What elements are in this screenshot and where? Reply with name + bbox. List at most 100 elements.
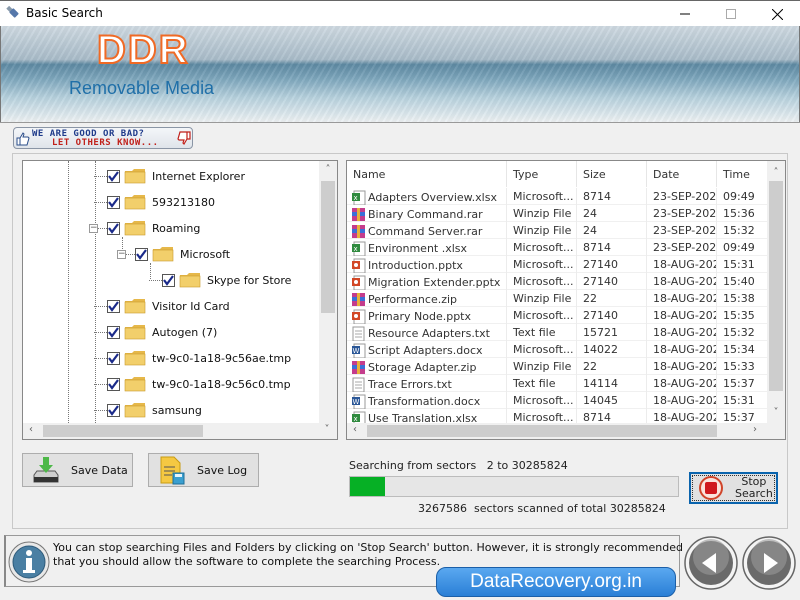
file-date: 18-AUG-2023 — [647, 341, 717, 358]
file-row[interactable]: Migration Extender.pptx Microsoft... 27140… — [347, 273, 767, 290]
collapse-toggle[interactable]: − — [89, 224, 98, 233]
file-row[interactable]: Binary Command.rar Winzip File 24 23-SEP-20… — [347, 205, 767, 222]
sectors-scanned-text: 3267586 sectors scanned of total 3028582… — [418, 502, 666, 515]
progress-fill — [350, 477, 386, 496]
file-name: Performance.zip — [368, 293, 458, 306]
stop-search-button[interactable]: Stop Search — [689, 472, 778, 504]
file-row[interactable]: Introduction.pptx Microsoft... 27140 18-AUG… — [347, 256, 767, 273]
tree-item-label: 593213180 — [152, 195, 215, 209]
scroll-down-arrow[interactable]: ˅ — [321, 424, 333, 435]
file-row[interactable]: Command Server.rar Winzip File 24 23-SEP-20… — [347, 222, 767, 239]
file-date: 18-AUG-2023 — [647, 256, 717, 273]
scroll-left-arrow[interactable]: ‹ — [25, 424, 37, 435]
column-header-date[interactable]: Date — [647, 161, 717, 187]
file-row[interactable]: Primary Node.pptx Microsoft... 27140 18-AUG… — [347, 307, 767, 324]
feedback-button[interactable]: WE ARE GOOD OR BAD? LET OTHERS KNOW... — [13, 127, 193, 149]
scroll-up-arrow[interactable]: ˄ — [319, 164, 337, 175]
tree-item-checkbox[interactable] — [107, 377, 120, 391]
file-row[interactable]: Performance.zip Winzip File2218-AUG-2023 1… — [347, 290, 767, 307]
tree-vertical-scrollbar[interactable]: ˄ — [319, 161, 337, 423]
powerpoint-file-icon — [352, 309, 366, 324]
file-row[interactable]: W Transformation.docx Microsoft... 14045 18-… — [347, 392, 767, 409]
save-data-button[interactable]: Save Data — [22, 453, 133, 487]
powerpoint-file-icon — [352, 258, 366, 273]
close-button[interactable] — [754, 1, 800, 27]
tree-item[interactable]: Skype for Store — [162, 270, 291, 290]
tree-item[interactable]: Visitor Id Card — [107, 296, 230, 316]
tree-horizontal-scrollbar[interactable]: ‹ ˅ — [23, 423, 337, 439]
column-header-time[interactable]: Time — [717, 161, 767, 187]
close-icon — [771, 8, 783, 20]
file-size: 24 — [577, 222, 647, 239]
product-subtitle: Removable Media — [69, 78, 215, 98]
tree-item-checkbox[interactable] — [162, 273, 175, 287]
scrollbar-thumb[interactable] — [769, 181, 783, 391]
tree-item[interactable]: Roaming — [107, 218, 200, 238]
maximize-button[interactable] — [708, 1, 754, 27]
file-date: 23-SEP-2023 — [647, 239, 717, 256]
tree-item-checkbox[interactable] — [107, 403, 120, 417]
tree-item-checkbox[interactable] — [107, 169, 120, 183]
next-button[interactable] — [741, 535, 797, 591]
thumbs-up-icon — [16, 132, 30, 146]
file-list[interactable]: Name Type Size Date Time x Adapters Overv… — [346, 160, 786, 440]
tree-item[interactable]: Microsoft — [135, 244, 230, 264]
archive-file-icon — [352, 225, 365, 238]
scroll-right-arrow[interactable]: › — [749, 424, 761, 435]
scrollbar-thumb[interactable] — [367, 425, 717, 437]
list-horizontal-scrollbar[interactable]: ‹ › — [347, 423, 785, 439]
scroll-left-arrow[interactable]: ‹ — [349, 424, 361, 435]
collapse-toggle[interactable]: − — [117, 250, 126, 259]
tree-item[interactable]: Internet Explorer — [107, 166, 245, 186]
column-header-size[interactable]: Size — [577, 161, 647, 187]
website-link[interactable]: DataRecovery.org.in — [436, 567, 676, 597]
tree-item-checkbox[interactable] — [107, 195, 120, 209]
list-vertical-scrollbar[interactable]: ˄ ˅ — [767, 161, 785, 423]
scrollbar-thumb[interactable] — [321, 181, 335, 313]
save-log-button[interactable]: Save Log — [148, 453, 259, 487]
scroll-down-arrow[interactable]: ˅ — [767, 407, 785, 418]
file-row[interactable]: W Script Adapters.docx Microsoft... 14022 18… — [347, 341, 767, 358]
tree-item-checkbox[interactable] — [107, 325, 120, 339]
tree-item-checkbox[interactable] — [107, 299, 120, 313]
file-row[interactable]: Resource Adapters.txt Text file 15721 18-AU… — [347, 324, 767, 341]
file-row[interactable]: Trace Errors.txt Text file1411418-AUG-202… — [347, 375, 767, 392]
file-row[interactable]: x Environment .xlsx Microsoft... 8714 23-SEP… — [347, 239, 767, 256]
scrollbar-thumb[interactable] — [43, 425, 203, 437]
tree-item[interactable]: 593213180 — [107, 192, 215, 212]
divider — [0, 122, 800, 123]
folder-icon — [179, 273, 201, 288]
tree-item[interactable]: samsung — [107, 400, 202, 420]
tree-item[interactable]: tw-9c0-1a18-9c56c0.tmp — [107, 374, 291, 394]
back-button[interactable] — [683, 535, 739, 591]
tree-item-checkbox[interactable] — [135, 247, 148, 261]
file-row[interactable]: Storage Adapter.zip Winzip File 22 18-AUG-2… — [347, 358, 767, 375]
tree-item-checkbox[interactable] — [107, 221, 120, 235]
file-size: 22 — [577, 290, 647, 307]
folder-icon — [124, 325, 146, 340]
tree-item-label: Internet Explorer — [152, 169, 245, 183]
tree-item[interactable]: Autogen (7) — [107, 322, 217, 342]
scroll-up-arrow[interactable]: ˄ — [767, 167, 785, 178]
minimize-button[interactable] — [662, 1, 708, 27]
excel-file-icon: x — [352, 190, 366, 205]
file-date: 18-AUG-2023 — [647, 375, 717, 392]
tree-item-label: Roaming — [152, 221, 201, 235]
usb-drive-icon — [6, 6, 19, 18]
file-time: 15:32 — [723, 224, 755, 237]
tree-item-label: Visitor Id Card — [152, 299, 230, 313]
column-header-type[interactable]: Type — [507, 161, 577, 187]
tree-item-checkbox[interactable] — [107, 351, 120, 365]
file-type: Microsoft... — [507, 341, 577, 358]
file-row[interactable]: x Adapters Overview.xlsx Microsoft... 8714 2… — [347, 188, 767, 205]
file-size: 14022 — [577, 341, 647, 358]
archive-file-icon — [352, 361, 365, 374]
file-type: Microsoft... — [507, 392, 577, 409]
file-size: 24 — [577, 205, 647, 222]
file-type: Winzip File — [507, 290, 577, 307]
tree-item[interactable]: tw-9c0-1a18-9c56ae.tmp — [107, 348, 291, 368]
file-type: Microsoft... — [507, 239, 577, 256]
column-header-name[interactable]: Name — [347, 161, 507, 187]
file-time: 15:33 — [723, 360, 755, 373]
folder-tree[interactable]: Internet Explorer 593213180 − Roaming − Micro… — [22, 160, 338, 440]
